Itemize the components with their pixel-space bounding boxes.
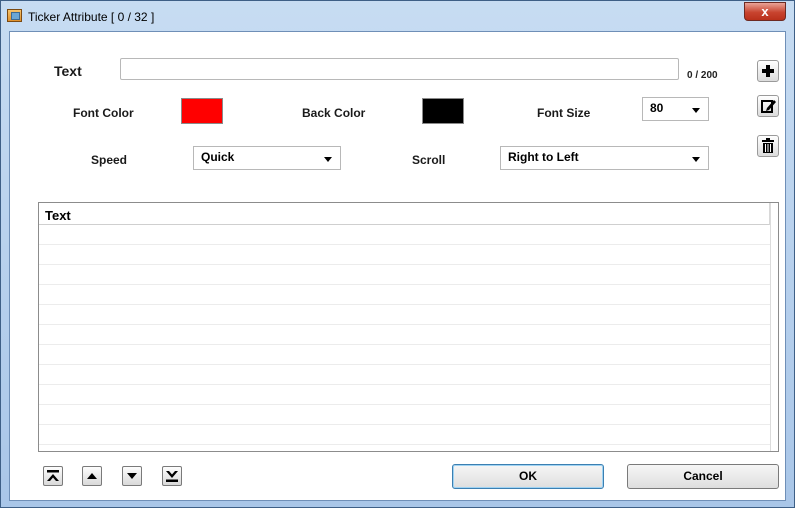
move-bottom-icon <box>166 471 178 482</box>
move-up-button[interactable] <box>82 466 102 486</box>
trash-icon <box>762 138 774 153</box>
scroll-label: Scroll <box>412 153 446 167</box>
chevron-down-icon <box>692 157 700 162</box>
speed-label: Speed <box>91 153 128 167</box>
chevron-down-icon <box>692 108 700 113</box>
window-title: Ticker Attribute [ 0 / 32 ] <box>28 10 155 24</box>
font-size-select[interactable]: 80 <box>642 97 709 121</box>
text-label: Text <box>54 63 82 79</box>
app-icon <box>7 9 22 22</box>
chevron-down-icon <box>324 157 332 162</box>
back-color-label: Back Color <box>302 106 366 120</box>
move-top-icon <box>47 470 59 481</box>
font-color-label: Font Color <box>73 106 134 120</box>
dialog-window: Ticker Attribute [ 0 / 32 ] x Text 0 / 2… <box>0 0 795 508</box>
text-table[interactable]: Text <box>38 202 779 452</box>
text-input[interactable] <box>120 58 679 80</box>
table-row[interactable] <box>39 345 770 365</box>
font-color-swatch[interactable] <box>181 98 223 124</box>
table-header-text[interactable]: Text <box>39 203 770 225</box>
move-down-icon <box>127 473 137 479</box>
scroll-select[interactable]: Right to Left <box>500 146 709 170</box>
table-row[interactable] <box>39 405 770 425</box>
speed-select[interactable]: Quick <box>193 146 341 170</box>
table-row[interactable] <box>39 245 770 265</box>
back-color-swatch[interactable] <box>422 98 464 124</box>
font-size-label: Font Size <box>537 106 591 120</box>
speed-value: Quick <box>201 150 235 164</box>
edit-button[interactable] <box>757 95 779 117</box>
add-button[interactable] <box>757 60 779 82</box>
move-bottom-button[interactable] <box>162 466 182 486</box>
table-row[interactable] <box>39 365 770 385</box>
column-divider <box>770 203 771 451</box>
title-bar[interactable]: Ticker Attribute [ 0 / 32 ] x <box>1 1 794 31</box>
delete-button[interactable] <box>757 135 779 157</box>
table-row[interactable] <box>39 305 770 325</box>
move-up-icon <box>87 473 97 479</box>
plus-icon <box>762 65 774 77</box>
edit-icon <box>761 100 776 113</box>
dialog-body: Text 0 / 200 Font Color Back Color Font … <box>9 31 786 501</box>
ok-button[interactable]: OK <box>452 464 604 489</box>
close-button[interactable]: x <box>744 2 786 21</box>
table-row[interactable] <box>39 285 770 305</box>
table-row[interactable] <box>39 265 770 285</box>
table-row[interactable] <box>39 385 770 405</box>
table-row[interactable] <box>39 225 770 245</box>
table-row[interactable] <box>39 325 770 345</box>
move-down-button[interactable] <box>122 466 142 486</box>
char-counter: 0 / 200 <box>687 70 718 81</box>
move-top-button[interactable] <box>43 466 63 486</box>
scroll-value: Right to Left <box>508 150 579 164</box>
table-row[interactable] <box>39 425 770 445</box>
font-size-value: 80 <box>650 101 664 115</box>
cancel-button[interactable]: Cancel <box>627 464 779 489</box>
